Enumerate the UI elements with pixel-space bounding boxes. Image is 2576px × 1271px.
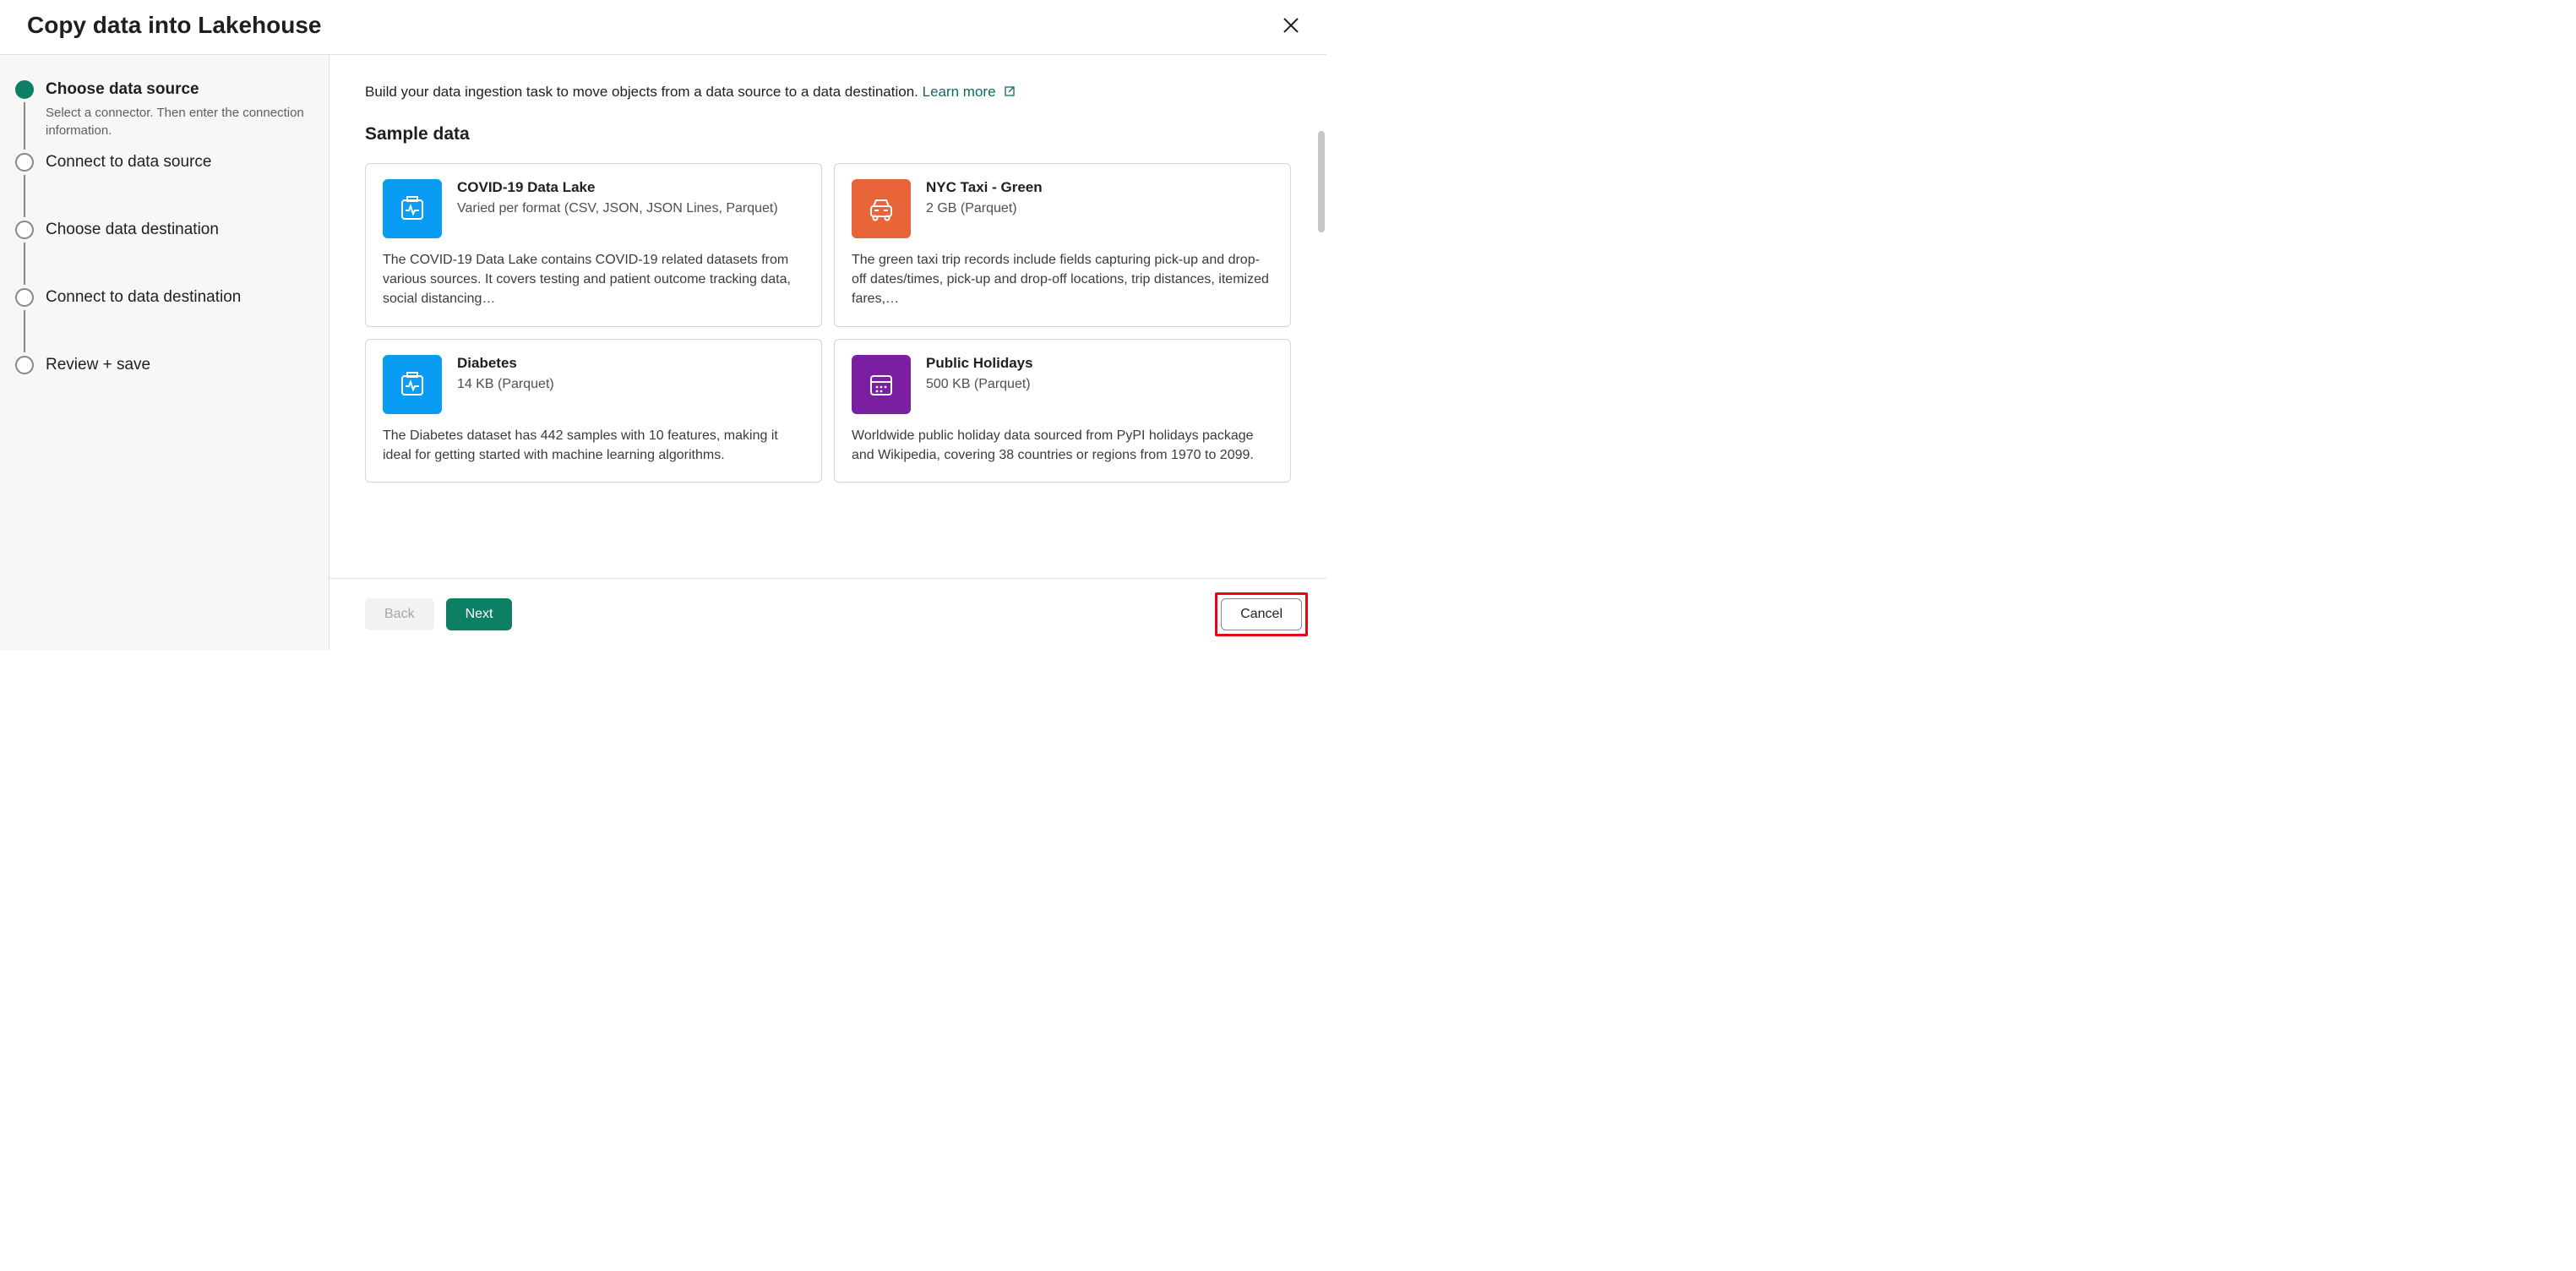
step-title: Choose data destination [46,221,219,239]
back-button[interactable]: Back [365,598,434,630]
wizard-steps-sidebar: Choose data source Select a connector. T… [0,55,329,650]
card-description: The COVID-19 Data Lake contains COVID-19… [383,250,804,309]
step-title: Connect to data destination [46,288,241,307]
close-icon [1283,17,1299,34]
health-pulse-icon [383,355,442,414]
next-button[interactable]: Next [446,598,513,630]
taxi-icon [852,179,911,238]
card-public-holidays[interactable]: Public Holidays 500 KB (Parquet) Worldwi… [834,339,1291,483]
cancel-highlight: Cancel [1215,592,1308,636]
card-title: Public Holidays [926,355,1033,372]
health-pulse-icon [383,179,442,238]
card-title: COVID-19 Data Lake [457,179,778,196]
learn-more-link[interactable]: Learn more [923,84,1017,100]
card-title: Diabetes [457,355,554,372]
card-covid-19-data-lake[interactable]: COVID-19 Data Lake Varied per format (CS… [365,163,822,327]
step-dot-icon [15,288,34,307]
step-choose-data-source[interactable]: Choose data source Select a connector. T… [15,80,313,153]
card-subtitle: 14 KB (Parquet) [457,375,554,394]
step-dot-active-icon [15,80,34,99]
card-description: Worldwide public holiday data sourced fr… [852,426,1273,465]
card-title: NYC Taxi - Green [926,179,1043,196]
card-subtitle: Varied per format (CSV, JSON, JSON Lines… [457,199,778,218]
step-choose-data-destination[interactable]: Choose data destination [15,221,313,288]
step-title: Choose data source [46,80,313,99]
step-title: Connect to data source [46,153,211,172]
close-button[interactable] [1279,14,1303,37]
sample-data-cards: COVID-19 Data Lake Varied per format (CS… [365,163,1291,483]
step-dot-icon [15,153,34,172]
wizard-footer: Back Next Cancel [329,578,1326,650]
intro-text: Build your data ingestion task to move o… [365,84,1291,102]
dialog-title: Copy data into Lakehouse [27,12,322,39]
card-subtitle: 500 KB (Parquet) [926,375,1033,394]
section-title-sample-data: Sample data [365,124,1291,145]
dialog-header: Copy data into Lakehouse [0,0,1326,55]
step-description: Select a connector. Then enter the conne… [46,104,313,139]
card-description: The green taxi trip records include fiel… [852,250,1273,309]
step-title: Review + save [46,356,150,374]
step-connect-data-destination[interactable]: Connect to data destination [15,288,313,356]
step-review-save[interactable]: Review + save [15,356,313,374]
step-connect-data-source[interactable]: Connect to data source [15,153,313,221]
card-diabetes[interactable]: Diabetes 14 KB (Parquet) The Diabetes da… [365,339,822,483]
card-nyc-taxi-green[interactable]: NYC Taxi - Green 2 GB (Parquet) The gree… [834,163,1291,327]
scrollbar[interactable] [1318,131,1325,578]
card-subtitle: 2 GB (Parquet) [926,199,1043,218]
card-description: The Diabetes dataset has 442 samples wit… [383,426,804,465]
external-link-icon [1003,85,1016,102]
cancel-button[interactable]: Cancel [1221,598,1302,630]
step-dot-icon [15,221,34,239]
main-content: Build your data ingestion task to move o… [329,55,1326,650]
step-dot-icon [15,356,34,374]
calendar-icon [852,355,911,414]
